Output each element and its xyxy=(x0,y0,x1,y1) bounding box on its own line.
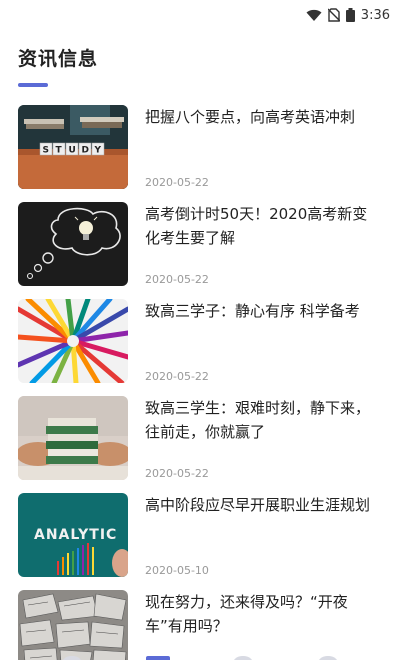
status-bar: 3:36 xyxy=(0,0,400,30)
article-date: 2020-05-22 xyxy=(145,467,209,480)
article-date: 2020-05-22 xyxy=(145,273,209,286)
status-time: 3:36 xyxy=(360,7,390,23)
article-item[interactable]: 现在努力，还来得及吗？“开夜车”有用吗？ xyxy=(0,590,400,660)
title-underline xyxy=(18,83,48,87)
article-date: 2020-05-22 xyxy=(145,370,209,383)
article-title: 把握八个要点，向高考英语冲刺 xyxy=(145,108,356,126)
article-title: 现在努力，还来得及吗？“开夜车”有用吗？ xyxy=(145,593,348,635)
article-title: 致高三学子：静心有序 科学备考 xyxy=(145,302,360,320)
page-title: 资讯信息 xyxy=(18,48,99,70)
article-title: 高考倒计时50天！2020高考新变化考生要了解 xyxy=(145,205,368,247)
article-thumbnail: ANALYTIC xyxy=(18,493,128,577)
tab-1[interactable] xyxy=(61,656,84,660)
article-list: S T U D Y 把握八个要点，向高考英语冲刺 2020-05-22 高考倒计… xyxy=(0,105,400,660)
svg-text:T: T xyxy=(56,146,63,156)
svg-text:Y: Y xyxy=(94,146,102,156)
wifi-icon xyxy=(306,9,322,22)
article-thumbnail xyxy=(18,202,128,286)
svg-text:U: U xyxy=(69,146,76,156)
article-item[interactable]: ANALYTIC 高中阶段应尽早开展职业生涯规划 2020-05-10 xyxy=(0,493,400,590)
tab-2[interactable] xyxy=(145,656,170,660)
article-item[interactable]: 致高三学子：静心有序 科学备考 2020-05-22 xyxy=(0,299,400,396)
article-thumbnail xyxy=(18,299,128,383)
article-item[interactable]: S T U D Y 把握八个要点，向高考英语冲刺 2020-05-22 xyxy=(0,105,400,202)
bottom-tab-bar xyxy=(0,656,400,660)
article-title: 致高三学生：艰难时刻，静下来，往前走，你就赢了 xyxy=(145,399,371,441)
svg-text:S: S xyxy=(43,146,49,156)
svg-text:D: D xyxy=(82,146,89,156)
article-item[interactable]: 高考倒计时50天！2020高考新变化考生要了解 2020-05-22 xyxy=(0,202,400,299)
article-item[interactable]: 致高三学生：艰难时刻，静下来，往前走，你就赢了 2020-05-22 xyxy=(0,396,400,493)
article-date: 2020-05-22 xyxy=(145,176,209,189)
header: 资讯信息 xyxy=(0,30,400,87)
article-thumbnail xyxy=(18,396,128,480)
article-date: 2020-05-10 xyxy=(145,564,209,577)
article-title: 高中阶段应尽早开展职业生涯规划 xyxy=(145,496,371,514)
battery-icon xyxy=(345,8,355,22)
article-thumbnail xyxy=(18,590,128,660)
svg-text:ANALYTIC: ANALYTIC xyxy=(34,527,117,543)
tab-3[interactable] xyxy=(232,656,255,660)
tab-4[interactable] xyxy=(316,656,339,660)
no-sim-icon xyxy=(327,8,340,22)
article-thumbnail: S T U D Y xyxy=(18,105,128,189)
